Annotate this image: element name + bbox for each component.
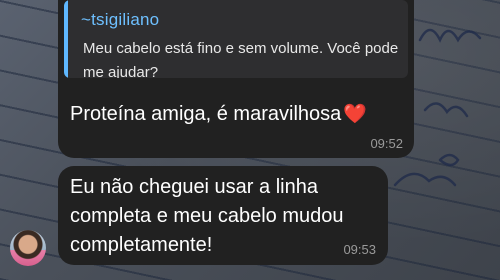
reply-author: ~tsigiliano (81, 10, 160, 29)
message-bubble-reply[interactable]: ~tsigiliano Meu cabelo está fino e sem v… (58, 0, 414, 158)
user-avatar[interactable] (10, 230, 46, 266)
message-timestamp: 09:53 (343, 242, 376, 257)
reply-text: Meu cabelo está fino e sem volume. Você … (83, 40, 399, 78)
reply-accent-bar (64, 0, 68, 78)
message-timestamp: 09:52 (370, 136, 403, 151)
message-text: Proteína amiga, é maravilhosa ❤️ (70, 100, 367, 129)
heart-emoji: ❤️ (343, 104, 367, 125)
message-text: Eu não cheguei usar a linha completa e m… (70, 176, 344, 256)
quoted-reply[interactable]: ~tsigiliano Meu cabelo está fino e sem v… (64, 0, 408, 78)
message-text-content: Proteína amiga, é maravilhosa (70, 103, 342, 125)
message-bubble[interactable]: Eu não cheguei usar a linha completa e m… (58, 166, 388, 265)
